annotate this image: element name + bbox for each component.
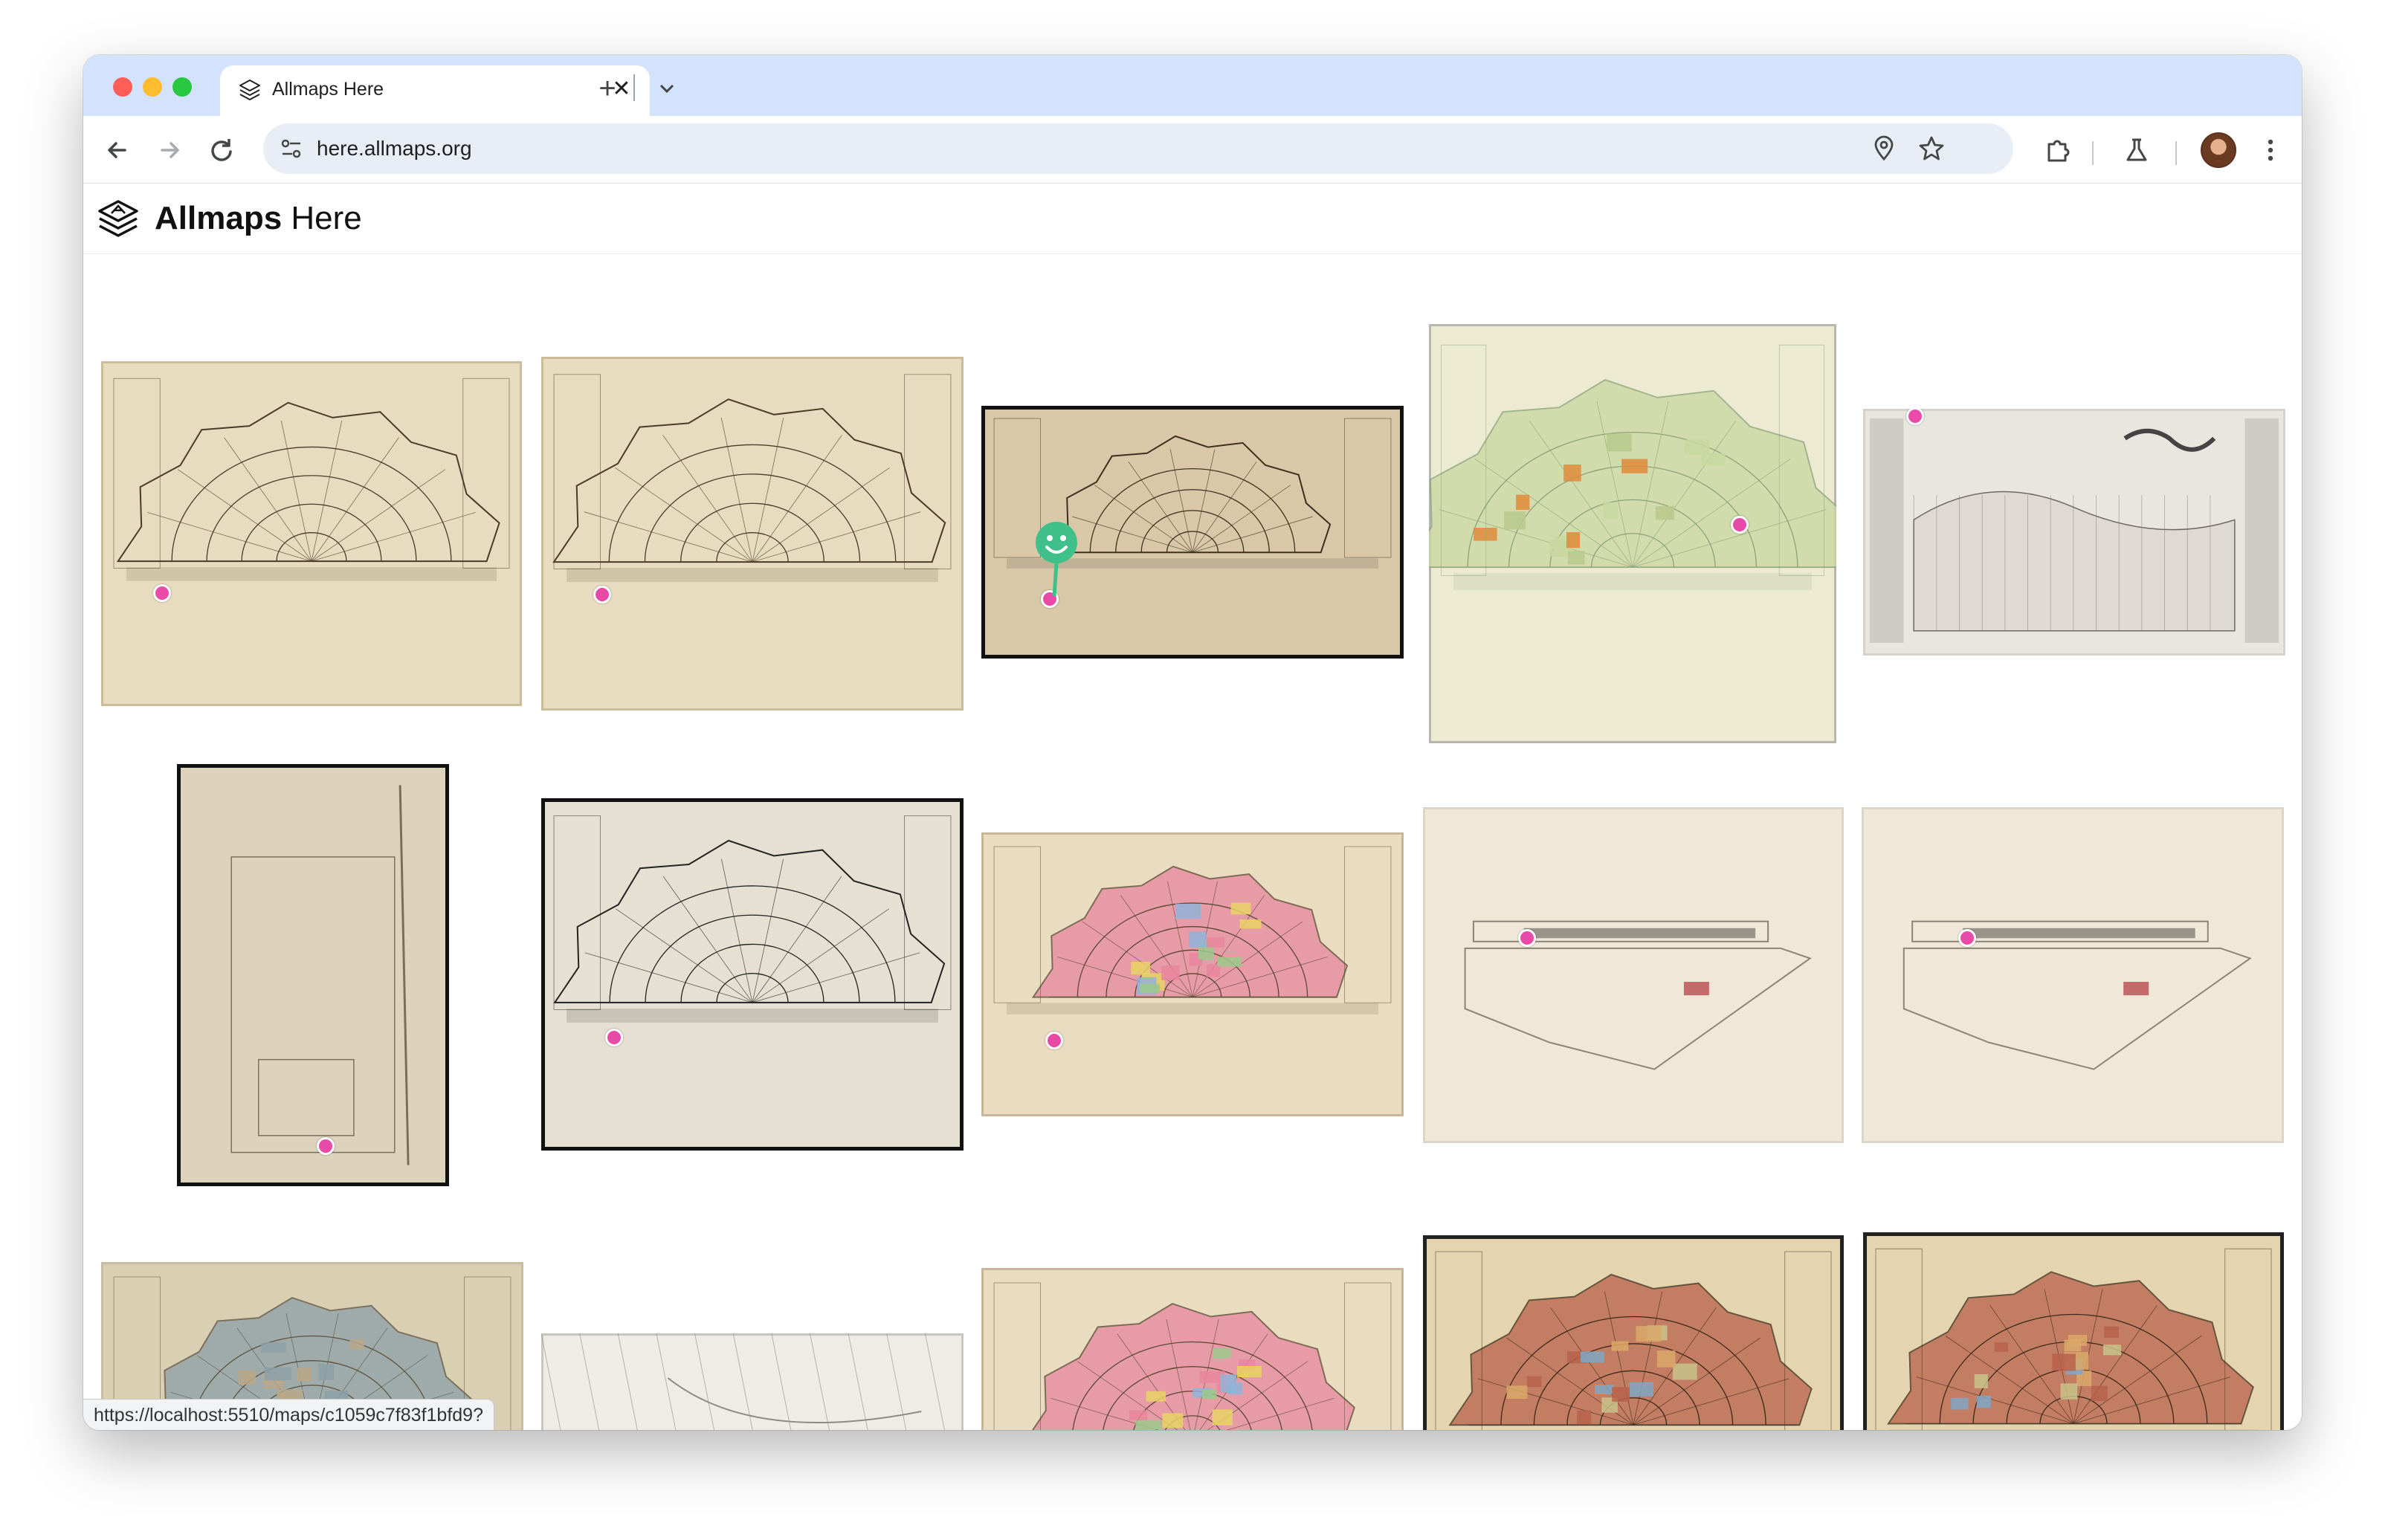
location-marker-icon: [1045, 1032, 1063, 1049]
map-image: [541, 357, 964, 711]
map-thumbnail[interactable]: [1423, 1235, 1844, 1430]
more-vertical-icon[interactable]: [2253, 132, 2288, 168]
map-thumbnail[interactable]: [1423, 807, 1844, 1143]
map-thumbnail[interactable]: [1429, 324, 1836, 743]
map-thumbnail[interactable]: [541, 798, 964, 1151]
location-marker-icon: [1518, 929, 1536, 947]
map-thumbnail[interactable]: [1862, 807, 2284, 1143]
tab-divider: [633, 74, 635, 101]
map-thumbnail[interactable]: [1863, 1232, 2284, 1430]
map-image: [981, 1268, 1404, 1430]
location-marker-icon: [605, 1029, 623, 1046]
maximize-window-button[interactable]: [172, 77, 192, 97]
browser-toolbar: here.allmaps.org: [83, 116, 2302, 183]
tab-strip: Allmaps Here ✕ +: [83, 55, 2302, 116]
toolbar-divider: [2092, 141, 2094, 165]
address-bar[interactable]: here.allmaps.org: [263, 123, 2013, 174]
url-text: here.allmaps.org: [317, 137, 472, 161]
map-image: [1429, 324, 1836, 743]
back-arrow-icon[interactable]: [100, 132, 135, 168]
status-bar-link-preview: https://localhost:5510/maps/c1059c7f83f1…: [83, 1399, 494, 1430]
labs-flask-icon[interactable]: [2119, 132, 2155, 168]
map-thumbnail[interactable]: [101, 361, 522, 706]
location-marker-icon: [317, 1137, 335, 1155]
reload-icon[interactable]: [204, 132, 239, 168]
map-image: [1863, 409, 2285, 656]
bookmark-star-icon[interactable]: [1917, 134, 1946, 164]
location-marker-icon: [153, 584, 171, 602]
map-image: [1423, 807, 1844, 1143]
map-image: [1423, 1235, 1844, 1430]
map-thumbnail[interactable]: [981, 832, 1404, 1116]
map-image: [101, 361, 522, 706]
map-thumbnail[interactable]: [981, 1268, 1404, 1430]
allmaps-logo-icon[interactable]: [95, 197, 141, 243]
allmaps-logo-icon: [238, 79, 262, 103]
brand-light: Here: [282, 200, 362, 236]
brand-bold: Allmaps: [155, 200, 282, 236]
minimize-window-button[interactable]: [143, 77, 162, 97]
site-title[interactable]: Allmaps Here: [155, 200, 362, 237]
browser-window: Allmaps Here ✕ + here.allmaps.org Allmap…: [83, 55, 2302, 1430]
new-tab-button[interactable]: +: [586, 67, 629, 110]
tab-title: Allmaps Here: [272, 79, 384, 100]
map-thumbnail[interactable]: [1863, 409, 2285, 656]
location-pin-icon[interactable]: [1869, 134, 1899, 164]
map-thumbnail[interactable]: [541, 357, 964, 711]
map-image: [541, 1333, 964, 1430]
map-image: [1863, 1232, 2284, 1430]
site-header: Allmaps Here: [83, 183, 2302, 255]
extensions-puzzle-icon[interactable]: [2040, 132, 2076, 168]
map-grid: [83, 254, 2302, 1430]
forward-arrow-icon[interactable]: [152, 132, 187, 168]
location-marker-icon: [593, 586, 611, 604]
map-image: [177, 764, 449, 1186]
map-thumbnail[interactable]: [541, 1333, 964, 1430]
map-thumbnail[interactable]: [981, 406, 1404, 659]
site-settings-icon[interactable]: [277, 134, 306, 164]
map-image: [1862, 807, 2284, 1143]
map-thumbnail[interactable]: [177, 764, 449, 1186]
smiley-pin-icon: [1030, 519, 1082, 601]
toolbar-divider: [2175, 141, 2177, 165]
tab-search-chevron-down-icon[interactable]: [645, 67, 688, 110]
map-image: [541, 798, 964, 1151]
location-marker-icon: [1958, 929, 1976, 947]
profile-avatar[interactable]: [2201, 132, 2236, 168]
location-marker-icon: [1731, 516, 1749, 534]
map-image: [981, 832, 1404, 1116]
close-window-button[interactable]: [113, 77, 132, 97]
